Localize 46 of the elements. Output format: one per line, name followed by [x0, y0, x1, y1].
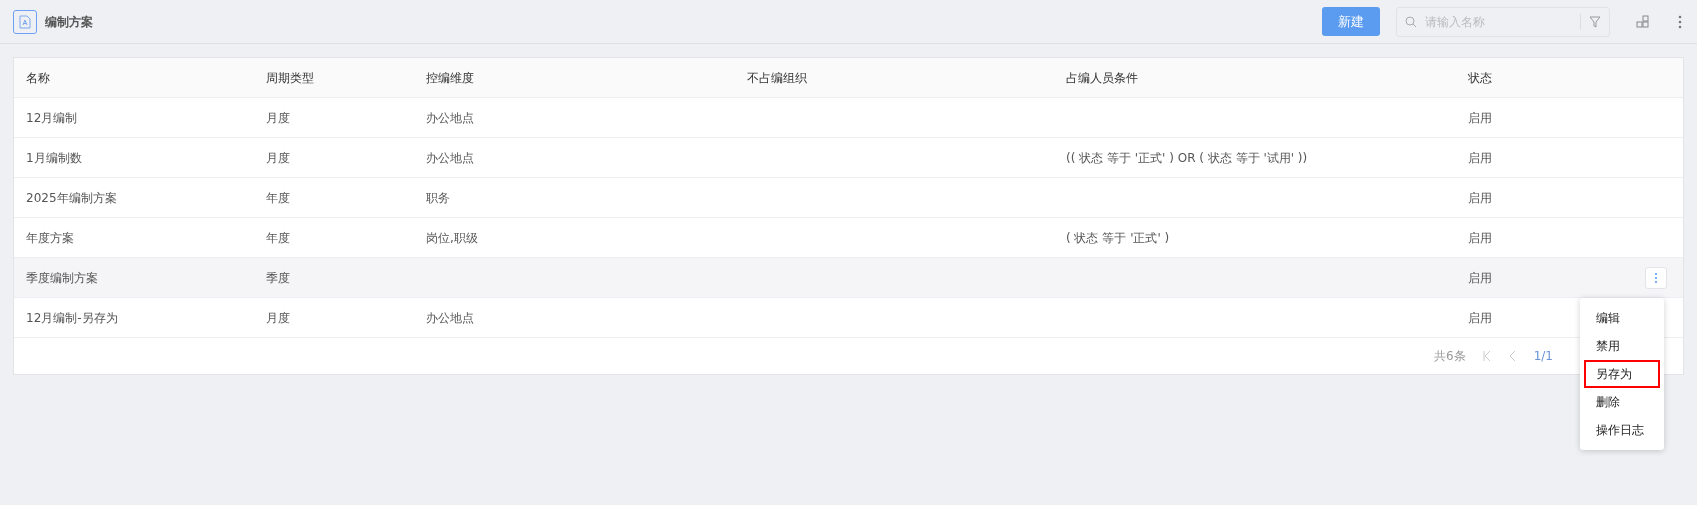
- table-cell-text: 2025年编制方案: [26, 189, 117, 207]
- filter-icon[interactable]: [1589, 15, 1601, 28]
- table-cell-text: 办公地点: [426, 109, 474, 127]
- table-cell-text: 启用: [1468, 229, 1492, 247]
- table-cell-text: 启用: [1468, 269, 1492, 287]
- first-page-icon[interactable]: [1481, 350, 1492, 362]
- column-header: 占编人员条件: [1066, 69, 1138, 87]
- column-header: 名称: [26, 69, 50, 87]
- table-cell-text: 1月编制数: [26, 149, 82, 167]
- menu-item[interactable]: 另存为: [1584, 360, 1660, 388]
- previous-page-icon[interactable]: [1507, 350, 1518, 362]
- table-cell-text: 启用: [1468, 149, 1492, 167]
- table-cell-text: (( 状态 等于 '正式' ) OR ( 状态 等于 '试用' )): [1066, 149, 1308, 167]
- table-cell-text: ( 状态 等于 '正式' ): [1066, 229, 1170, 247]
- table-cell-text: 12月编制-另存为: [26, 309, 118, 327]
- page-indicator: 1/1: [1533, 348, 1553, 365]
- menu-item[interactable]: 操作日志: [1584, 416, 1660, 444]
- page-title: 编制方案: [45, 13, 93, 31]
- table-cell-text: 启用: [1468, 189, 1492, 207]
- table-cell-text: 年度: [266, 229, 290, 247]
- table-cell-text: 启用: [1468, 109, 1492, 127]
- column-header: 不占编组织: [747, 69, 807, 87]
- table-cell-text: 年度: [266, 189, 290, 207]
- table-cell-text: 季度: [266, 269, 290, 287]
- more-button[interactable]: [1645, 266, 1667, 289]
- table-cell-text: 月度: [266, 309, 290, 327]
- table-cell-text: 年度方案: [26, 229, 74, 247]
- table-cell-text: 办公地点: [426, 309, 474, 327]
- table-cell-text: 12月编制: [26, 109, 78, 127]
- more-icon: [1654, 271, 1658, 284]
- column-header: 周期类型: [266, 69, 314, 87]
- column-header: 状态: [1468, 69, 1492, 87]
- table-cell-text: 月度: [266, 109, 290, 127]
- table-cell-text: 岗位,职级: [426, 229, 478, 247]
- column-header: 控编维度: [426, 69, 474, 87]
- table-cell-text: 季度编制方案: [26, 269, 98, 287]
- table-cell-text: 职务: [426, 189, 450, 207]
- menu-item[interactable]: 编辑: [1584, 304, 1660, 332]
- document-icon: [13, 9, 37, 34]
- search-icon: [1405, 15, 1417, 28]
- total-count: 共6条: [1434, 348, 1466, 365]
- table-cell-text: 月度: [266, 149, 290, 167]
- table-cell-text: 办公地点: [426, 149, 474, 167]
- menu-item[interactable]: 禁用: [1584, 332, 1660, 360]
- menu-item[interactable]: 删除: [1584, 388, 1660, 416]
- table-cell-text: 启用: [1468, 309, 1492, 327]
